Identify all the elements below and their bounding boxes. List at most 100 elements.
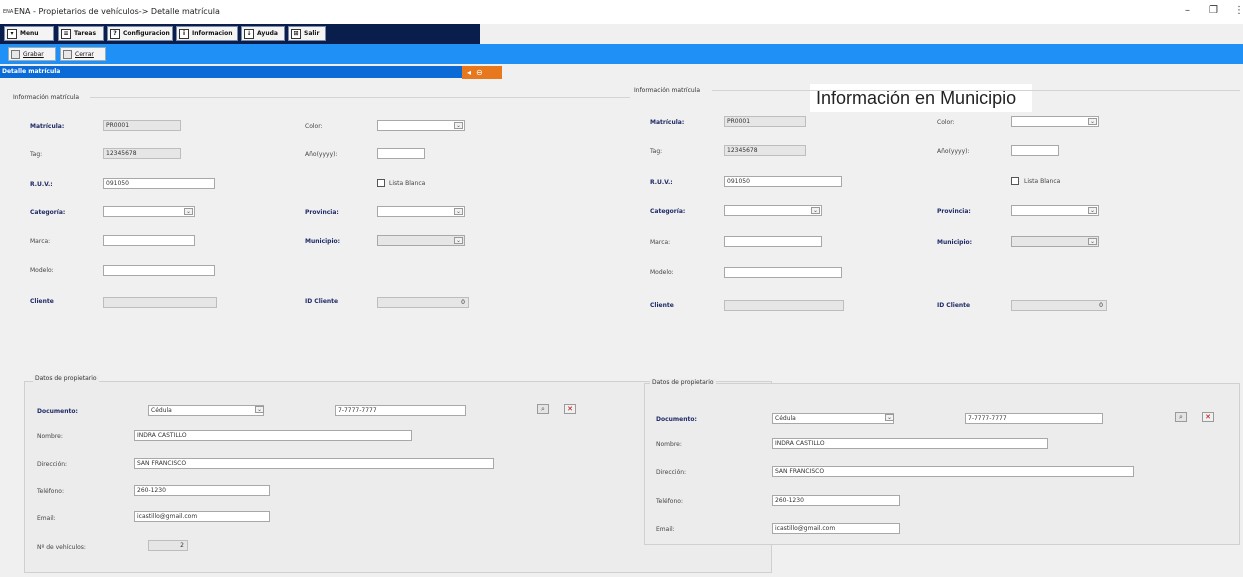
email-field-municipio[interactable]: icastillo@gmail.com bbox=[772, 523, 900, 534]
color-select[interactable]: ⌄ bbox=[377, 120, 465, 131]
marca-field-municipio[interactable] bbox=[724, 236, 822, 247]
chevron-down-icon: ⌄ bbox=[885, 414, 894, 421]
telefono-field-municipio[interactable]: 260-1230 bbox=[772, 495, 900, 506]
label-nombre: Nombre: bbox=[37, 433, 63, 440]
provincia-select-municipio[interactable]: ⌄ bbox=[1011, 205, 1099, 216]
delete-icon: ✕ bbox=[567, 405, 573, 413]
label-telefono-municipio: Teléfono: bbox=[656, 498, 683, 505]
ruv-field[interactable]: 091050 bbox=[103, 178, 215, 189]
detail-tab-icon: ⊖ bbox=[476, 68, 483, 77]
exit-icon: ⊞ bbox=[291, 28, 301, 39]
ruv-field-municipio[interactable]: 091050 bbox=[724, 176, 842, 187]
categoria-select[interactable]: ⌄ bbox=[103, 206, 195, 217]
label-ruv: R.U.V.: bbox=[30, 181, 53, 188]
label-anio-municipio: Año(yyyy): bbox=[937, 148, 970, 155]
municipio-select[interactable]: ⌄ bbox=[377, 235, 465, 246]
anio-field-municipio[interactable] bbox=[1011, 145, 1059, 156]
chevron-down-icon: ⌄ bbox=[255, 406, 264, 413]
modelo-field[interactable] bbox=[103, 265, 215, 276]
anio-field[interactable] bbox=[377, 148, 425, 159]
modelo-field-municipio[interactable] bbox=[724, 267, 842, 278]
label-provincia-municipio: Provincia: bbox=[937, 208, 971, 215]
label-direccion-municipio: Dirección: bbox=[656, 469, 687, 476]
chevron-down-icon: ⌄ bbox=[1088, 238, 1097, 245]
tipo-documento-select[interactable]: Cédula bbox=[148, 405, 264, 416]
email-field[interactable]: icastillo@gmail.com bbox=[134, 511, 270, 522]
label-anio: Año(yyyy): bbox=[305, 151, 338, 158]
search-document-button-municipio[interactable]: ⌕ bbox=[1175, 412, 1187, 422]
divider bbox=[712, 90, 1240, 91]
label-cliente-municipio: Cliente bbox=[650, 302, 674, 309]
label-modelo: Modelo: bbox=[30, 267, 54, 274]
categoria-select-municipio[interactable]: ⌄ bbox=[724, 205, 822, 216]
save-button[interactable]: Grabar bbox=[8, 47, 56, 61]
tipo-documento-select-municipio[interactable]: Cédula bbox=[772, 413, 894, 424]
label-marca: Marca: bbox=[30, 238, 51, 245]
id-cliente-field-municipio[interactable]: 0 bbox=[1011, 300, 1107, 311]
minimize-button[interactable]: – bbox=[1185, 5, 1190, 16]
label-lista-blanca: Lista Blanca bbox=[389, 180, 426, 187]
cliente-field[interactable] bbox=[103, 297, 217, 308]
close-doc-icon bbox=[63, 49, 72, 59]
dropdown-icon: ▾ bbox=[7, 28, 17, 39]
chevron-down-icon: ⌄ bbox=[454, 208, 463, 215]
search-document-button[interactable]: ⌕ bbox=[537, 404, 549, 414]
matricula-field-municipio[interactable]: PR0001 bbox=[724, 116, 806, 127]
window-titlebar: ENA ENA - Propietarios de vehículos-> De… bbox=[0, 0, 1243, 24]
id-cliente-field[interactable]: 0 bbox=[377, 297, 469, 308]
owner-panel-right bbox=[644, 383, 1240, 545]
label-telefono: Teléfono: bbox=[37, 488, 64, 495]
detail-tab[interactable]: ◂ ⊖ bbox=[462, 66, 502, 79]
lista-blanca-checkbox[interactable] bbox=[377, 179, 385, 187]
tareas-button[interactable]: ≡ Tareas bbox=[58, 26, 104, 41]
label-documento-municipio: Documento: bbox=[656, 416, 697, 423]
tag-field-municipio[interactable]: 12345678 bbox=[724, 145, 806, 156]
label-num-vehiculos: Nº de vehículos: bbox=[37, 544, 86, 551]
municipio-select-municipio[interactable]: ⌄ bbox=[1011, 236, 1099, 247]
label-municipio: Municipio: bbox=[305, 238, 341, 245]
restore-button[interactable]: ❐ bbox=[1209, 5, 1218, 16]
more-options-button[interactable]: ⋮ bbox=[1234, 5, 1243, 16]
label-nombre-municipio: Nombre: bbox=[656, 441, 682, 448]
label-categoria: Categoría: bbox=[30, 209, 66, 216]
label-modelo-municipio: Modelo: bbox=[650, 269, 674, 276]
delete-document-button-municipio[interactable]: ✕ bbox=[1202, 412, 1214, 422]
tipo-documento-dropdown-municipio[interactable]: ⌄ bbox=[882, 413, 894, 424]
app-logo: ENA bbox=[3, 9, 14, 15]
tag-field[interactable]: 12345678 bbox=[103, 148, 181, 159]
ayuda-button[interactable]: ↓ Ayuda bbox=[241, 26, 285, 41]
label-color: Color: bbox=[305, 123, 323, 130]
matricula-field[interactable]: PR0001 bbox=[103, 120, 181, 131]
save-icon bbox=[11, 49, 20, 59]
search-icon: ⌕ bbox=[541, 405, 545, 413]
direccion-field[interactable]: SAN FRANCISCO bbox=[134, 458, 494, 469]
provincia-select[interactable]: ⌄ bbox=[377, 206, 465, 217]
label-cliente: Cliente bbox=[30, 298, 54, 305]
chevron-down-icon: ⌄ bbox=[454, 122, 463, 129]
salir-button[interactable]: ⊞ Salir bbox=[288, 26, 326, 41]
close-button[interactable]: Cerrar bbox=[60, 47, 106, 61]
documento-field-municipio[interactable]: 7-7777-7777 bbox=[965, 413, 1103, 424]
nombre-field[interactable]: INDRA CASTILLO bbox=[134, 430, 412, 441]
label-tag: Tag: bbox=[30, 151, 43, 158]
informacion-button[interactable]: i Informacion bbox=[176, 26, 238, 41]
tipo-documento-dropdown[interactable]: ⌄ bbox=[252, 405, 264, 416]
marca-field[interactable] bbox=[103, 235, 195, 246]
chevron-down-icon: ⌄ bbox=[184, 208, 193, 215]
num-vehiculos-field[interactable]: 2 bbox=[148, 540, 188, 551]
question-icon: ? bbox=[110, 28, 120, 39]
menu-button[interactable]: ▾ Menu bbox=[4, 26, 54, 41]
main-menubar: ▾ Menu ≡ Tareas ? Configuracion i Informacio… bbox=[0, 24, 480, 44]
section-title-matricula-municipio: Información matrícula bbox=[634, 87, 701, 94]
label-color-municipio: Color: bbox=[937, 119, 955, 126]
cliente-field-municipio[interactable] bbox=[724, 300, 844, 311]
delete-icon: ✕ bbox=[1205, 413, 1211, 421]
direccion-field-municipio[interactable]: SAN FRANCISCO bbox=[772, 466, 1134, 477]
telefono-field[interactable]: 260-1230 bbox=[134, 485, 270, 496]
lista-blanca-checkbox-municipio[interactable] bbox=[1011, 177, 1019, 185]
configuracion-button[interactable]: ? Configuracion bbox=[107, 26, 173, 41]
documento-field[interactable]: 7-7777-7777 bbox=[335, 405, 466, 416]
delete-document-button[interactable]: ✕ bbox=[564, 404, 576, 414]
color-select-municipio[interactable]: ⌄ bbox=[1011, 116, 1099, 127]
nombre-field-municipio[interactable]: INDRA CASTILLO bbox=[772, 438, 1048, 449]
